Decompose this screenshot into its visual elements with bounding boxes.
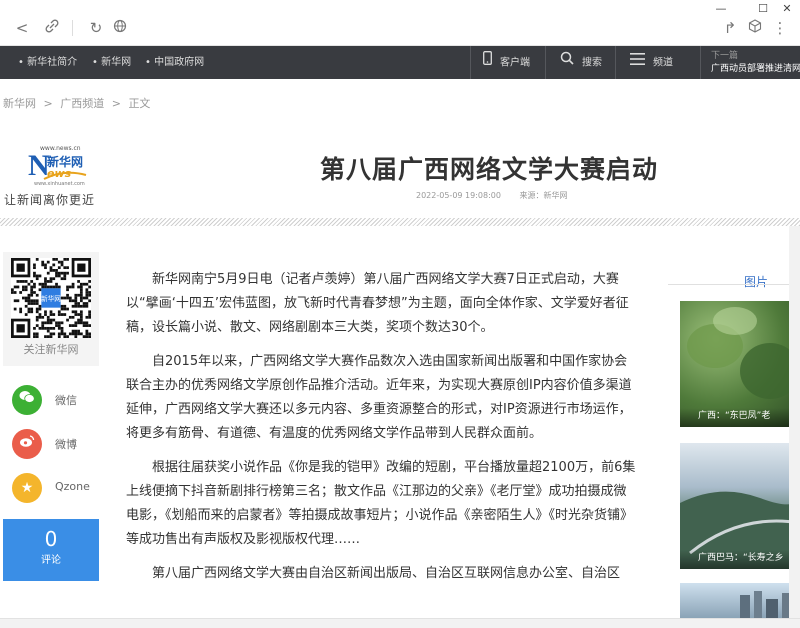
- header-divider: [0, 218, 800, 226]
- article-paragraph: 自2015年以来，广西网络文学大赛作品数次入选由国家新闻出版署和中国作家协会联合…: [126, 354, 632, 441]
- photo-caption: 广西：“东巴凤”老: [680, 408, 800, 427]
- xinhua-logo[interactable]: www.news.cn N 新华网 ews www.xinhuanet.com …: [4, 145, 114, 211]
- article-meta: 2022-05-09 19:08:00 来源：新华网: [416, 190, 568, 201]
- globe-icon[interactable]: [110, 18, 130, 38]
- link-icon[interactable]: [42, 18, 62, 38]
- nav-link-gov[interactable]: • 中国政府网: [145, 46, 204, 79]
- search-icon: [560, 46, 574, 79]
- breadcrumb-current: 正文: [128, 97, 151, 110]
- wechat-icon: [12, 385, 42, 415]
- minimize-icon[interactable]: —: [708, 0, 734, 18]
- search-button[interactable]: 搜索: [545, 46, 615, 79]
- qr-badge-label: 新华网: [41, 294, 61, 303]
- vertical-scrollbar[interactable]: [789, 226, 800, 620]
- comment-label: 评论: [41, 555, 61, 566]
- photo-tile[interactable]: 广西：“东巴凤”老: [680, 301, 800, 427]
- logo-slogan: 让新闻离你更近: [4, 193, 96, 207]
- channel-button[interactable]: 频道: [615, 46, 700, 79]
- menu-icon[interactable]: ⋮: [770, 18, 790, 38]
- qzone-icon: ★: [12, 473, 42, 503]
- qr-code: 新华网: [3, 252, 99, 340]
- breadcrumb-home[interactable]: 新华网: [3, 97, 36, 110]
- article-title: 第八届广西网络文学大赛启动: [320, 155, 659, 184]
- qr-caption: 关注新华网: [3, 340, 99, 366]
- close-icon[interactable]: ✕: [774, 0, 800, 18]
- article-body: 新华网南宁5月9日电（记者卢羡婷）第八届广西网络文学大赛7日正式启动，大赛以“擘…: [126, 268, 638, 596]
- share-label: 微博: [55, 438, 77, 451]
- next-title: 广西动员部署推进清网: [711, 64, 800, 74]
- refresh-icon[interactable]: ↻: [86, 18, 106, 38]
- article-date: 2022-05-09 19:08:00: [416, 191, 501, 200]
- next-label: 下一篇: [711, 51, 739, 61]
- share-weibo[interactable]: 微博: [3, 424, 99, 464]
- share-panel: 新华网 关注新华网 微信 微博 ★ Qzone: [3, 252, 99, 508]
- comment-button[interactable]: 0 评论: [3, 519, 99, 581]
- breadcrumb-channel[interactable]: 广西频道: [60, 97, 104, 110]
- site-nav: • 新华社简介 • 新华网 • 中国政府网 客户端 搜索 频道 下一篇 广西动员…: [0, 46, 800, 79]
- phone-icon: [483, 46, 492, 79]
- extension-icon[interactable]: [745, 18, 765, 38]
- weibo-icon: [12, 429, 42, 459]
- client-label: 客户端: [500, 57, 530, 69]
- maximize-icon[interactable]: ☐: [750, 0, 776, 18]
- photo-caption: 广西巴马：“长寿之乡: [680, 550, 800, 569]
- channel-label: 频道: [653, 57, 673, 69]
- nav-link-xinhua[interactable]: • 新华网: [92, 46, 131, 79]
- breadcrumb: 新华网 > 广西频道 > 正文: [3, 97, 151, 110]
- article-paragraph: 根据往届获奖小说作品《你是我的铠甲》改编的短剧，平台播放量超2100万，前6集上…: [126, 460, 636, 547]
- back-icon[interactable]: <: [12, 18, 32, 38]
- share-wechat[interactable]: 微信: [3, 380, 99, 420]
- tab-photos[interactable]: 图片: [744, 275, 768, 289]
- photo-tile[interactable]: 广西巴马：“长寿之乡: [680, 443, 800, 569]
- client-button[interactable]: 客户端: [470, 46, 545, 79]
- hamburger-icon: [630, 46, 645, 79]
- share-icon[interactable]: ↱: [720, 18, 740, 38]
- tab-underline: [668, 284, 800, 285]
- search-label: 搜索: [582, 57, 602, 69]
- share-qzone[interactable]: ★ Qzone: [3, 468, 99, 508]
- comment-count: 0: [44, 527, 58, 551]
- next-article[interactable]: 下一篇 广西动员部署推进清网: [700, 46, 800, 79]
- nav-link-about[interactable]: • 新华社简介: [18, 46, 77, 79]
- horizontal-scrollbar[interactable]: [0, 618, 800, 628]
- browser-toolbar: — ☐ ✕ < ↻ ↱ ⋮: [0, 0, 800, 46]
- photo-tile[interactable]: [680, 583, 800, 618]
- article-paragraph: 新华网南宁5月9日电（记者卢羡婷）第八届广西网络文学大赛7日正式启动，大赛以“擘…: [126, 272, 629, 335]
- share-label: 微信: [55, 394, 77, 407]
- article-source: 来源：新华网: [519, 191, 568, 200]
- share-label: Qzone: [55, 480, 90, 493]
- article-paragraph: 第八届广西网络文学大赛由自治区新闻出版局、自治区互联网信息办公室、自治区: [152, 566, 621, 581]
